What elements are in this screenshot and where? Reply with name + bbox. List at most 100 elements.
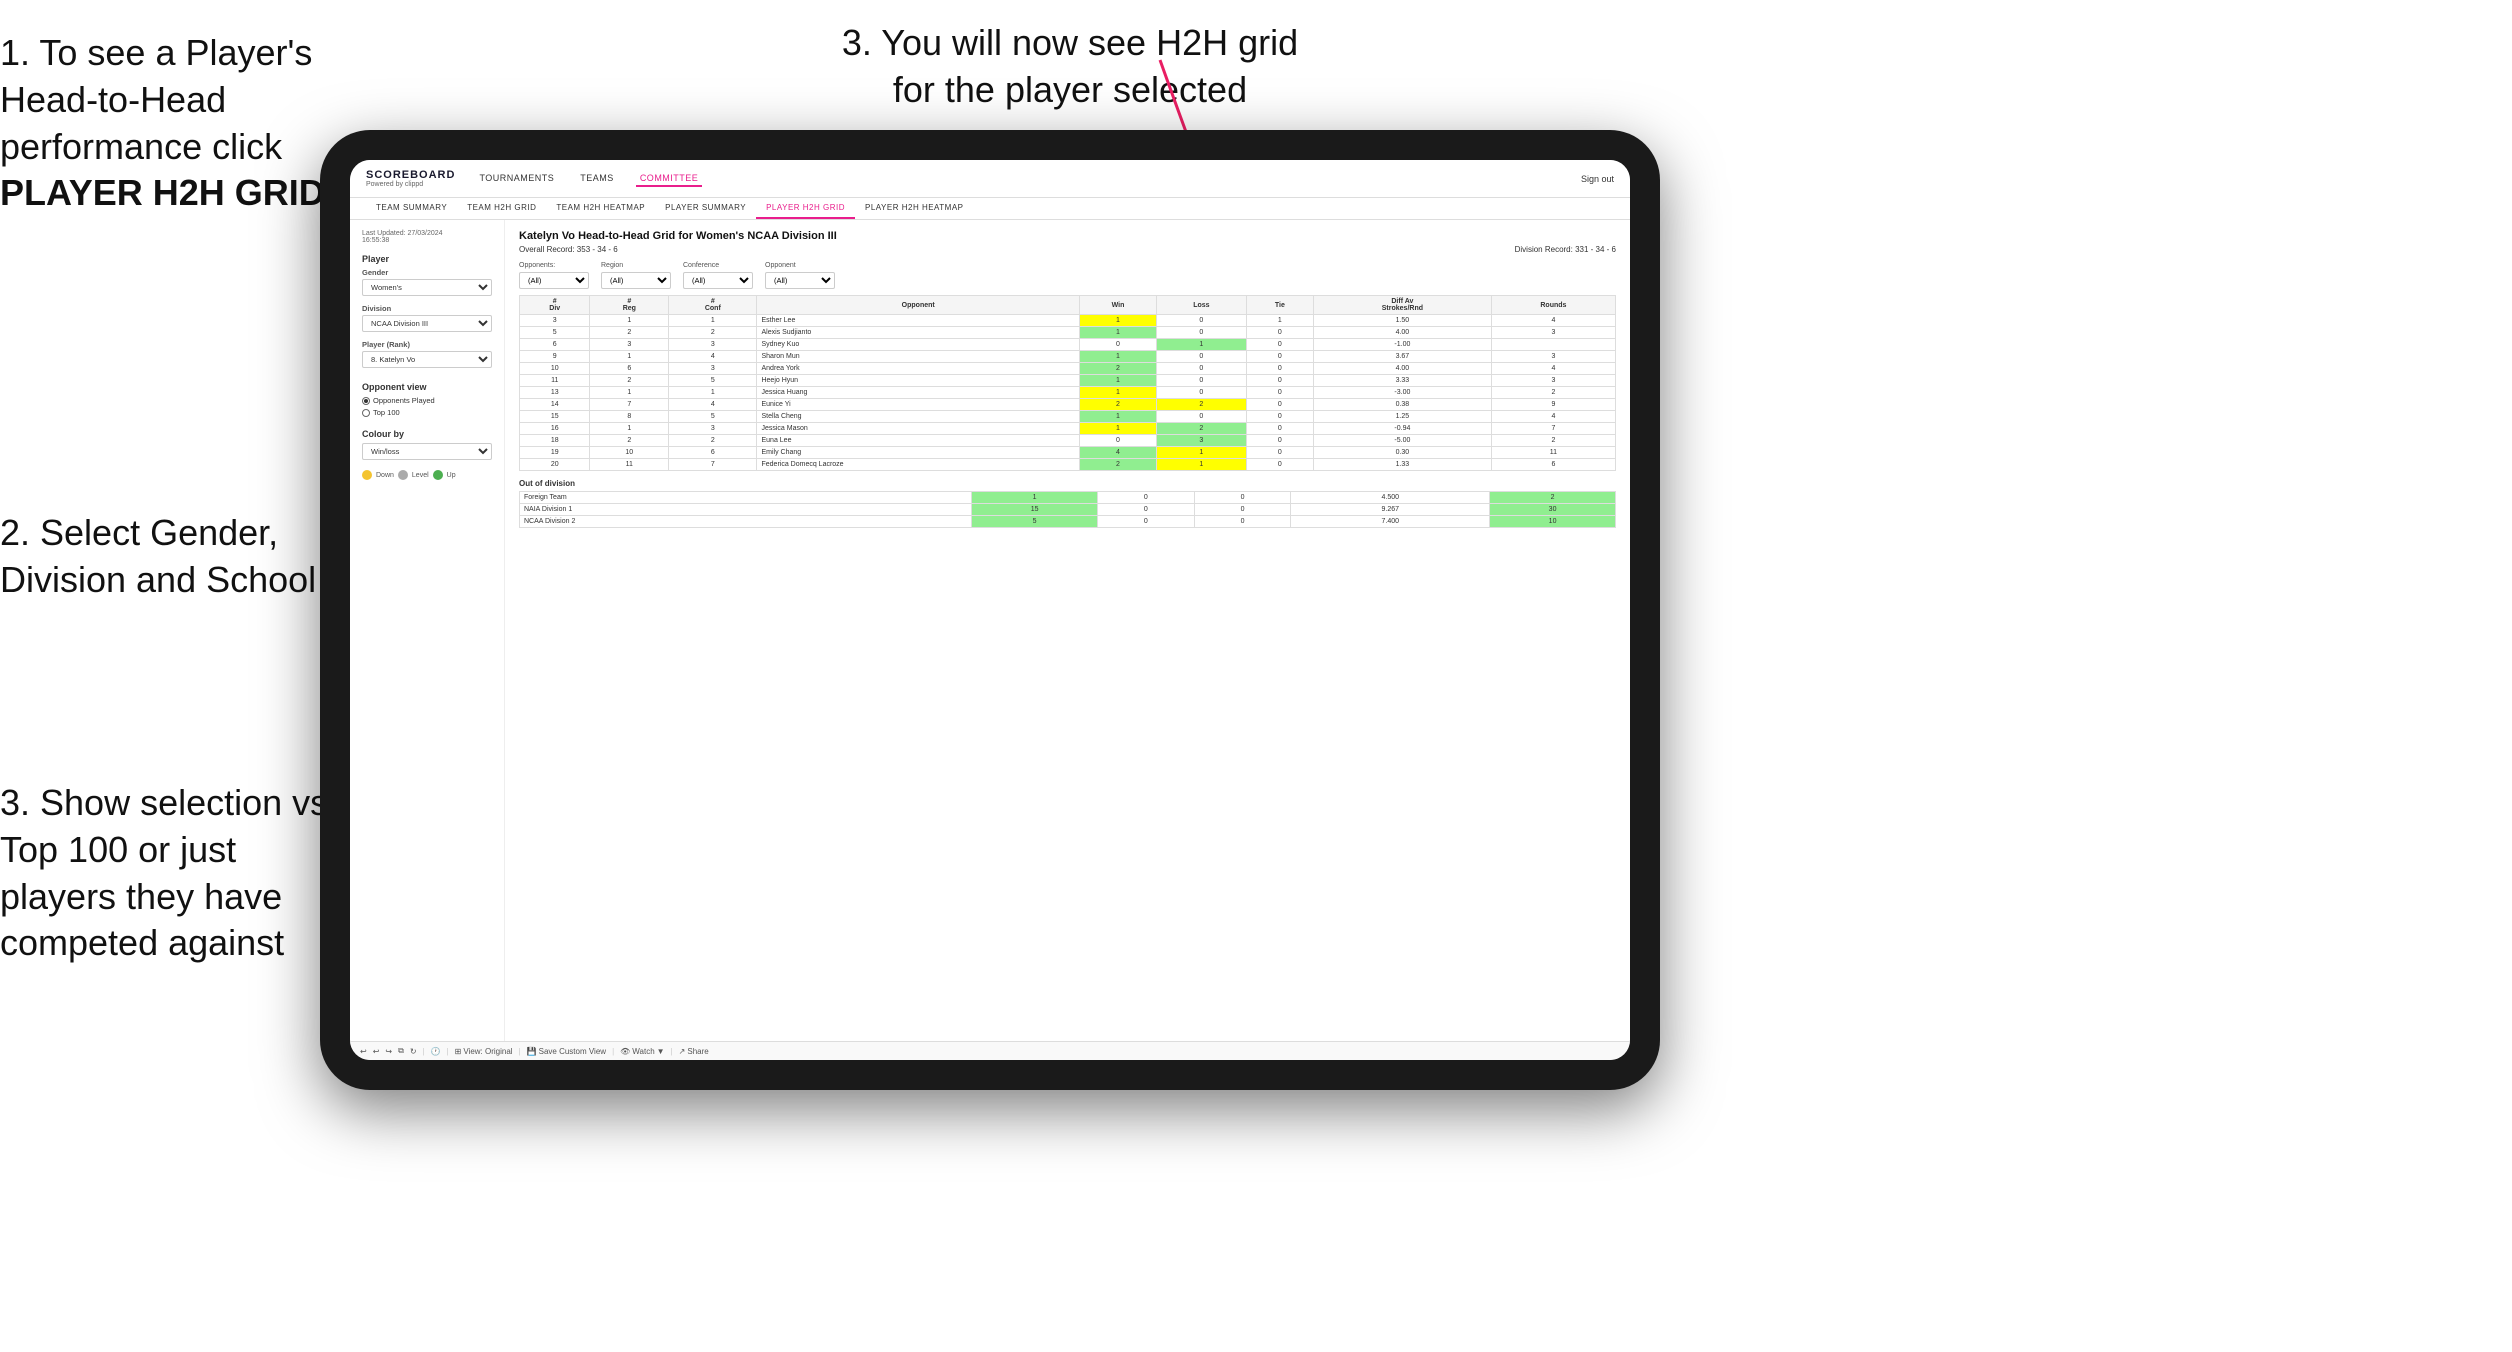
table-row: NCAA Division 25007.40010 — [520, 516, 1616, 528]
conference-filter-label: Conference — [683, 262, 753, 269]
opponent-view-section: Opponent view Opponents Played Top 100 — [362, 382, 492, 417]
instruction-step3-bottom: 3. Show selection vs Top 100 or just pla… — [0, 780, 330, 967]
sub-nav-player-summary[interactable]: PLAYER SUMMARY — [655, 198, 756, 219]
view-original-btn[interactable]: ⊞ View: Original — [455, 1047, 513, 1056]
radio-dot-opponents — [362, 397, 370, 405]
opponent-view-title: Opponent view — [362, 382, 492, 392]
col-rounds: Rounds — [1491, 296, 1615, 315]
gender-label: Gender — [362, 268, 492, 277]
opponents-filter-select[interactable]: (All) — [519, 272, 589, 289]
bottom-toolbar: ↩ ↩ ↪ ⧉ ↻ | 🕐 | ⊞ View: Original | 💾 Sav… — [350, 1041, 1630, 1060]
conference-filter-select[interactable]: (All) — [683, 272, 753, 289]
division-record: Division Record: 331 - 34 - 6 — [1515, 245, 1616, 254]
opponent-filter-select[interactable]: (All) — [765, 272, 835, 289]
logo-area: SCOREBOARD Powered by clippd — [366, 169, 455, 188]
table-row: 1474Eunice Yi2200.389 — [520, 399, 1616, 411]
refresh-btn[interactable]: ↻ — [410, 1047, 417, 1056]
table-row: 20117Federica Domecq Lacroze2101.336 — [520, 459, 1616, 471]
clock-btn[interactable]: 🕐 — [431, 1047, 441, 1056]
step1-bold: PLAYER H2H GRID — [0, 172, 325, 213]
col-tie: Tie — [1246, 296, 1313, 315]
legend-dot-level — [398, 470, 408, 480]
region-filter-label: Region — [601, 262, 671, 269]
table-row: 1125Heejo Hyun1003.333 — [520, 375, 1616, 387]
table-row: 1613Jessica Mason120-0.947 — [520, 423, 1616, 435]
legend-label-down: Down — [376, 472, 394, 479]
watch-btn[interactable]: 👁 Watch ▼ — [620, 1047, 664, 1056]
sub-nav-team-h2h-grid[interactable]: TEAM H2H GRID — [457, 198, 546, 219]
table-row: 633Sydney Kuo010-1.00 — [520, 339, 1616, 351]
table-row: NAIA Division 115009.26730 — [520, 504, 1616, 516]
left-panel: Last Updated: 27/03/2024 16:55:38 Player… — [350, 220, 505, 1041]
nav-right: Sign out — [1581, 174, 1614, 184]
opponents-filter: Opponents: (All) — [519, 262, 589, 289]
opponents-filter-label: Opponents: — [519, 262, 589, 269]
h2h-table: #Div #Reg #Conf Opponent Win Loss Tie Di… — [519, 295, 1616, 471]
overall-record: Overall Record: 353 - 34 - 6 — [519, 245, 618, 254]
radio-opponents-played[interactable]: Opponents Played — [362, 396, 492, 405]
undo2-btn[interactable]: ↩ — [373, 1047, 380, 1056]
logo-sub: Powered by clippd — [366, 181, 455, 188]
tablet-screen: SCOREBOARD Powered by clippd TOURNAMENTS… — [350, 160, 1630, 1060]
table-row: 19106Emily Chang4100.3011 — [520, 447, 1616, 459]
instruction-step3-top: 3. You will now see H2H grid for the pla… — [820, 20, 1320, 114]
col-reg: #Reg — [590, 296, 669, 315]
colour-by-section: Colour by Win/loss Down Level Up — [362, 429, 492, 480]
instruction-step2: 2. Select Gender, Division and School — [0, 510, 330, 604]
out-of-division-table: Foreign Team1004.5002NAIA Division 11500… — [519, 491, 1616, 528]
nav-bar: SCOREBOARD Powered by clippd TOURNAMENTS… — [350, 160, 1630, 198]
sub-nav-team-summary[interactable]: TEAM SUMMARY — [366, 198, 457, 219]
table-row: 311Esther Lee1011.504 — [520, 315, 1616, 327]
sub-nav: TEAM SUMMARY TEAM H2H GRID TEAM H2H HEAT… — [350, 198, 1630, 220]
right-content: Katelyn Vo Head-to-Head Grid for Women's… — [505, 220, 1630, 1041]
undo-btn[interactable]: ↩ — [360, 1047, 367, 1056]
grid-title: Katelyn Vo Head-to-Head Grid for Women's… — [519, 230, 1616, 242]
colour-by-title: Colour by — [362, 429, 492, 439]
division-select[interactable]: NCAA Division III NCAA Division I NCAA D… — [362, 315, 492, 332]
opponent-filter-label: Opponent — [765, 262, 835, 269]
table-row: 1311Jessica Huang100-3.002 — [520, 387, 1616, 399]
opponent-filter: Opponent (All) — [765, 262, 835, 289]
player-rank-select[interactable]: 8. Katelyn Vo — [362, 351, 492, 368]
tablet-device: SCOREBOARD Powered by clippd TOURNAMENTS… — [320, 130, 1660, 1090]
legend-dot-down — [362, 470, 372, 480]
col-div: #Div — [520, 296, 590, 315]
table-row: Foreign Team1004.5002 — [520, 492, 1616, 504]
out-of-division-title: Out of division — [519, 479, 1616, 488]
nav-items: TOURNAMENTS TEAMS COMMITTEE — [475, 171, 1581, 187]
player-rank-label: Player (Rank) — [362, 340, 492, 349]
sub-nav-player-h2h-heatmap[interactable]: PLAYER H2H HEATMAP — [855, 198, 974, 219]
copy-btn[interactable]: ⧉ — [398, 1046, 404, 1056]
division-label: Division — [362, 304, 492, 313]
table-row: 522Alexis Sudjianto1004.003 — [520, 327, 1616, 339]
nav-teams[interactable]: TEAMS — [576, 171, 618, 187]
conference-filter: Conference (All) — [683, 262, 753, 289]
legend-label-level: Level — [412, 472, 429, 479]
nav-committee[interactable]: COMMITTEE — [636, 171, 703, 187]
gender-select[interactable]: Women's Men's — [362, 279, 492, 296]
redo-btn[interactable]: ↪ — [385, 1047, 392, 1056]
logo-text: SCOREBOARD — [366, 169, 455, 181]
table-row: 914Sharon Mun1003.673 — [520, 351, 1616, 363]
main-content: Last Updated: 27/03/2024 16:55:38 Player… — [350, 220, 1630, 1041]
radio-top100[interactable]: Top 100 — [362, 408, 492, 417]
table-row: 1822Euna Lee030-5.002 — [520, 435, 1616, 447]
col-win: Win — [1079, 296, 1156, 315]
sub-nav-player-h2h-grid[interactable]: PLAYER H2H GRID — [756, 198, 855, 219]
col-opponent: Opponent — [757, 296, 1079, 315]
sub-nav-team-h2h-heatmap[interactable]: TEAM H2H HEATMAP — [546, 198, 655, 219]
nav-tournaments[interactable]: TOURNAMENTS — [475, 171, 558, 187]
colour-legend: Down Level Up — [362, 470, 492, 480]
legend-label-up: Up — [447, 472, 456, 479]
legend-dot-up — [433, 470, 443, 480]
share-btn[interactable]: ↗ Share — [679, 1047, 709, 1056]
player-section-title: Player — [362, 254, 492, 264]
sign-out-link[interactable]: Sign out — [1581, 174, 1614, 184]
colour-by-select[interactable]: Win/loss — [362, 443, 492, 460]
save-custom-btn[interactable]: 💾 Save Custom View — [527, 1047, 606, 1056]
region-filter: Region (All) — [601, 262, 671, 289]
table-row: 1063Andrea York2004.004 — [520, 363, 1616, 375]
radio-dot-top100 — [362, 409, 370, 417]
region-filter-select[interactable]: (All) — [601, 272, 671, 289]
col-loss: Loss — [1157, 296, 1247, 315]
